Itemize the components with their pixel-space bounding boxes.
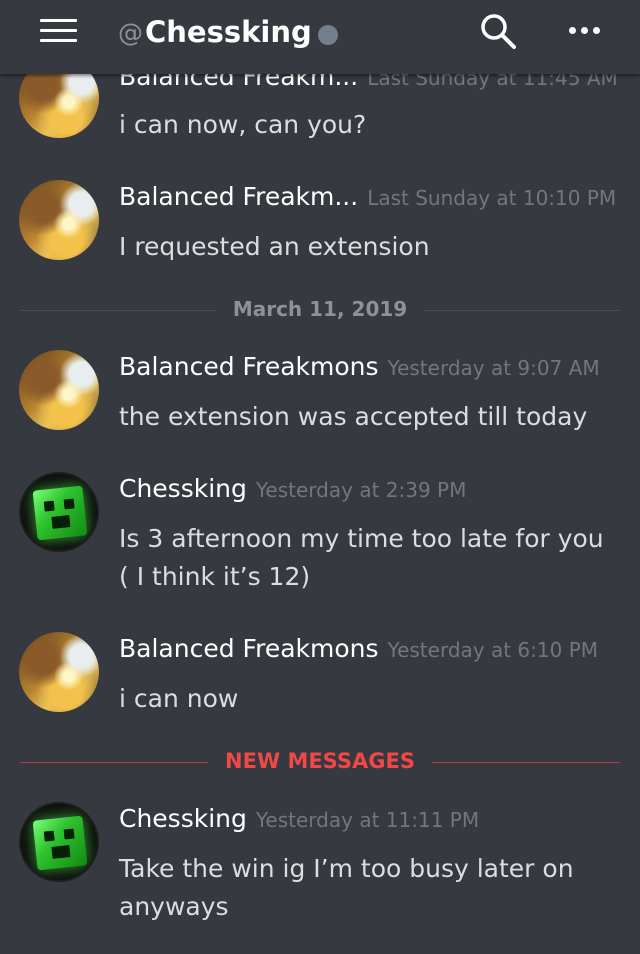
message-timestamp: Yesterday at 6:10 PM — [387, 638, 599, 662]
message-timestamp: Yesterday at 9:07 AM — [387, 356, 600, 380]
message-timestamp: Yesterday at 2:39 PM — [255, 478, 467, 502]
slime-cube-icon — [32, 485, 88, 541]
new-messages-divider[interactable]: NEW MESSAGES — [20, 747, 620, 777]
more-options-icon[interactable] — [567, 22, 603, 40]
balanced-freakmons-avatar[interactable] — [19, 350, 99, 430]
message-text: I requested an extension — [119, 232, 430, 261]
message-text: the extension was accepted till today — [119, 402, 588, 431]
at-symbol: @ — [118, 17, 143, 47]
balanced-freakmons-avatar[interactable] — [19, 632, 99, 712]
channel-title[interactable]: @ Chessking — [118, 12, 338, 52]
message-timestamp: Yesterday at 11:11 PM — [255, 808, 480, 832]
message-text: Is 3 afternoon my time too late for you … — [119, 524, 604, 591]
balanced-freakmons-avatar[interactable] — [19, 180, 99, 260]
message-timestamp: Last Sunday at 10:10 PM — [367, 186, 617, 210]
search-icon[interactable] — [478, 12, 518, 52]
message-text: Take the win ig I’m too busy later on an… — [119, 854, 574, 921]
slime-cube-icon — [32, 815, 88, 871]
date-divider-label: March 11, 2019 — [20, 297, 620, 321]
message-list[interactable]: Balanced Freakm... Last Sunday at 11:45 … — [0, 0, 640, 954]
message-author[interactable]: Balanced Freakmons — [119, 634, 379, 663]
offline-status-icon — [317, 25, 338, 45]
hamburger-menu-icon[interactable] — [40, 18, 77, 44]
channel-header: @ Chessking — [0, 0, 640, 74]
chessking-avatar[interactable] — [19, 472, 99, 552]
message-author[interactable]: Chessking — [119, 474, 247, 503]
channel-name: Chessking — [145, 15, 312, 49]
message-author[interactable]: Balanced Freakm... — [119, 182, 358, 211]
message-text: i can now, can you? — [119, 110, 367, 139]
message-author[interactable]: Balanced Freakmons — [119, 352, 379, 381]
message-author[interactable]: Chessking — [119, 804, 247, 833]
message-text: i can now — [119, 684, 239, 713]
chessking-avatar[interactable] — [19, 802, 99, 882]
date-divider: March 11, 2019 — [20, 295, 620, 325]
new-messages-label: NEW MESSAGES — [20, 749, 620, 773]
